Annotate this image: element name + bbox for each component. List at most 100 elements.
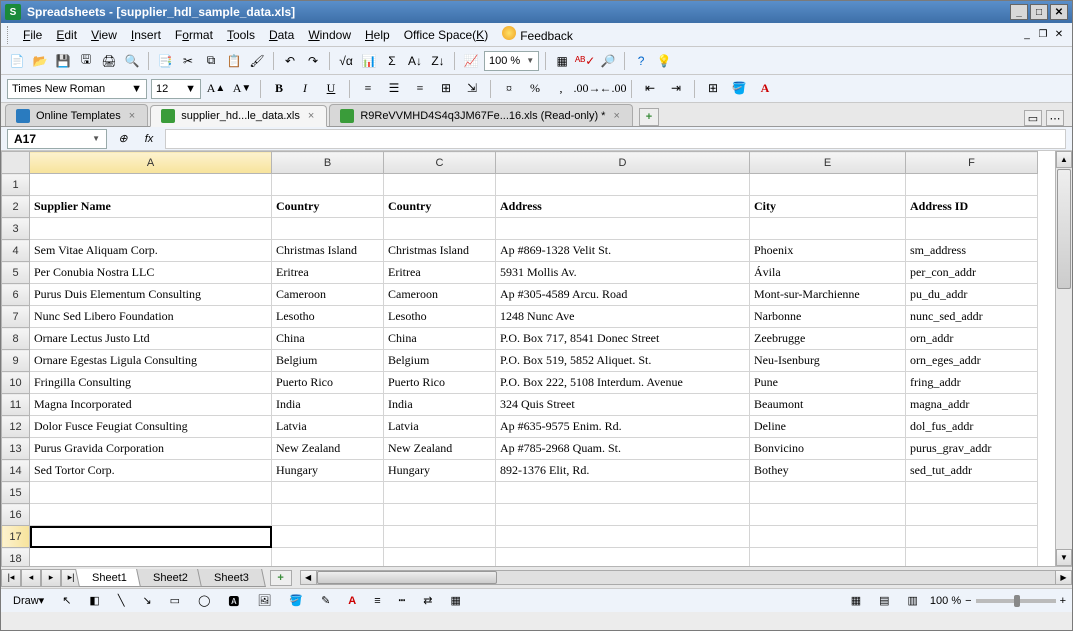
select-tool[interactable]: ↖: [56, 592, 77, 610]
cell[interactable]: dol_fus_addr: [906, 416, 1038, 438]
cell[interactable]: Narbonne: [750, 306, 906, 328]
find-button[interactable]: 🔎: [598, 51, 618, 71]
cell[interactable]: [30, 504, 272, 526]
cell[interactable]: Magna Incorporated: [30, 394, 272, 416]
cell[interactable]: Address: [496, 196, 750, 218]
cell[interactable]: Belgium: [272, 350, 384, 372]
formula-input[interactable]: [165, 129, 1066, 149]
print-button[interactable]: 🖨: [99, 51, 119, 71]
cell[interactable]: Ornare Lectus Justo Ltd: [30, 328, 272, 350]
line-tool[interactable]: ╲: [112, 592, 131, 610]
increase-font-button[interactable]: A▲: [205, 79, 227, 99]
help-button[interactable]: ?: [631, 51, 651, 71]
insert-picture-button[interactable]: 🖼: [251, 592, 277, 610]
cell[interactable]: Lesotho: [272, 306, 384, 328]
save-as-button[interactable]: 🖫: [76, 51, 96, 71]
close-button[interactable]: ✕: [1050, 4, 1068, 20]
cell[interactable]: [384, 526, 496, 548]
cell[interactable]: orn_eges_addr: [906, 350, 1038, 372]
cell[interactable]: [496, 218, 750, 240]
cell[interactable]: [272, 526, 384, 548]
sort-asc-button[interactable]: A↓: [405, 51, 425, 71]
cell[interactable]: [272, 218, 384, 240]
cell[interactable]: Nunc Sed Libero Foundation: [30, 306, 272, 328]
rectangle-tool[interactable]: ▭: [164, 592, 186, 610]
cell[interactable]: 5931 Mollis Av.: [496, 262, 750, 284]
align-left-button[interactable]: ≡: [357, 79, 379, 99]
cell[interactable]: [906, 174, 1038, 196]
cell[interactable]: Purus Duis Elementum Consulting: [30, 284, 272, 306]
print-preview-button[interactable]: 🔍: [122, 51, 142, 71]
minimize-button[interactable]: _: [1010, 4, 1028, 20]
cell[interactable]: [384, 482, 496, 504]
cell[interactable]: Belgium: [384, 350, 496, 372]
cell[interactable]: sm_address: [906, 240, 1038, 262]
menu-insert[interactable]: Insert: [125, 26, 167, 44]
cell-active[interactable]: [30, 526, 272, 548]
export-pdf-button[interactable]: 📑: [155, 51, 175, 71]
sub-restore-button[interactable]: ❐: [1036, 28, 1050, 42]
row-header[interactable]: 12: [2, 416, 30, 438]
paste-button[interactable]: 📋: [224, 51, 244, 71]
menu-help[interactable]: Help: [359, 26, 396, 44]
draw-menu[interactable]: Draw ▾: [7, 592, 50, 610]
cell[interactable]: [906, 482, 1038, 504]
zoom-in-button[interactable]: +: [1060, 595, 1066, 607]
scroll-right-button[interactable]: ▶: [1055, 570, 1072, 585]
view-normal-button[interactable]: ▦: [845, 592, 867, 610]
cell[interactable]: Eritrea: [272, 262, 384, 284]
cell[interactable]: Christmas Island: [384, 240, 496, 262]
zoom-out-button[interactable]: −: [965, 595, 971, 607]
cell[interactable]: P.O. Box 222, 5108 Interdum. Avenue: [496, 372, 750, 394]
decrease-indent-button[interactable]: ⇤: [639, 79, 661, 99]
cell[interactable]: [750, 482, 906, 504]
cell[interactable]: [496, 526, 750, 548]
select-all-corner[interactable]: [2, 152, 30, 174]
cell[interactable]: China: [272, 328, 384, 350]
font-color-button[interactable]: A: [754, 79, 776, 99]
cell[interactable]: Supplier Name: [30, 196, 272, 218]
menu-view[interactable]: View: [85, 26, 123, 44]
cell[interactable]: Hungary: [272, 460, 384, 482]
cell[interactable]: [750, 504, 906, 526]
name-box[interactable]: A17▼: [7, 129, 107, 149]
horizontal-scrollbar[interactable]: ◀ ▶: [300, 570, 1072, 585]
cell[interactable]: [906, 218, 1038, 240]
menu-edit[interactable]: Edit: [50, 26, 83, 44]
maximize-button[interactable]: □: [1030, 4, 1048, 20]
line-color-tool[interactable]: ✎: [315, 592, 336, 610]
sub-minimize-button[interactable]: _: [1020, 28, 1034, 42]
close-icon[interactable]: ×: [611, 110, 621, 122]
cell[interactable]: P.O. Box 519, 5852 Aliquet. St.: [496, 350, 750, 372]
cell[interactable]: [272, 174, 384, 196]
cell[interactable]: [906, 526, 1038, 548]
cell[interactable]: Country: [384, 196, 496, 218]
cell[interactable]: [750, 174, 906, 196]
col-header-A[interactable]: A: [30, 152, 272, 174]
sub-close-button[interactable]: ✕: [1052, 28, 1066, 42]
row-header[interactable]: 15: [2, 482, 30, 504]
cell[interactable]: Sed Tortor Corp.: [30, 460, 272, 482]
cell[interactable]: [30, 174, 272, 196]
cell[interactable]: Phoenix: [750, 240, 906, 262]
sheet-tab-1[interactable]: Sheet1: [75, 569, 144, 587]
cell[interactable]: orn_addr: [906, 328, 1038, 350]
vertical-scrollbar[interactable]: ▲ ▼: [1055, 151, 1072, 566]
bold-button[interactable]: B: [268, 79, 290, 99]
col-header-F[interactable]: F: [906, 152, 1038, 174]
menu-format[interactable]: Format: [169, 26, 219, 44]
row-header[interactable]: 3: [2, 218, 30, 240]
dash-style-button[interactable]: ┅: [393, 592, 412, 610]
redo-button[interactable]: ↷: [303, 51, 323, 71]
row-header[interactable]: 1: [2, 174, 30, 196]
font-combo[interactable]: Times New Roman▼: [7, 79, 147, 99]
align-right-button[interactable]: ≡: [409, 79, 431, 99]
open-button[interactable]: 📂: [30, 51, 50, 71]
cell[interactable]: pu_du_addr: [906, 284, 1038, 306]
sheet-tab-3[interactable]: Sheet3: [197, 569, 266, 587]
cell[interactable]: Beaumont: [750, 394, 906, 416]
tab-list-button[interactable]: ▭: [1024, 110, 1042, 126]
close-icon[interactable]: ×: [306, 110, 316, 122]
cell[interactable]: Christmas Island: [272, 240, 384, 262]
comma-button[interactable]: ,: [550, 79, 572, 99]
